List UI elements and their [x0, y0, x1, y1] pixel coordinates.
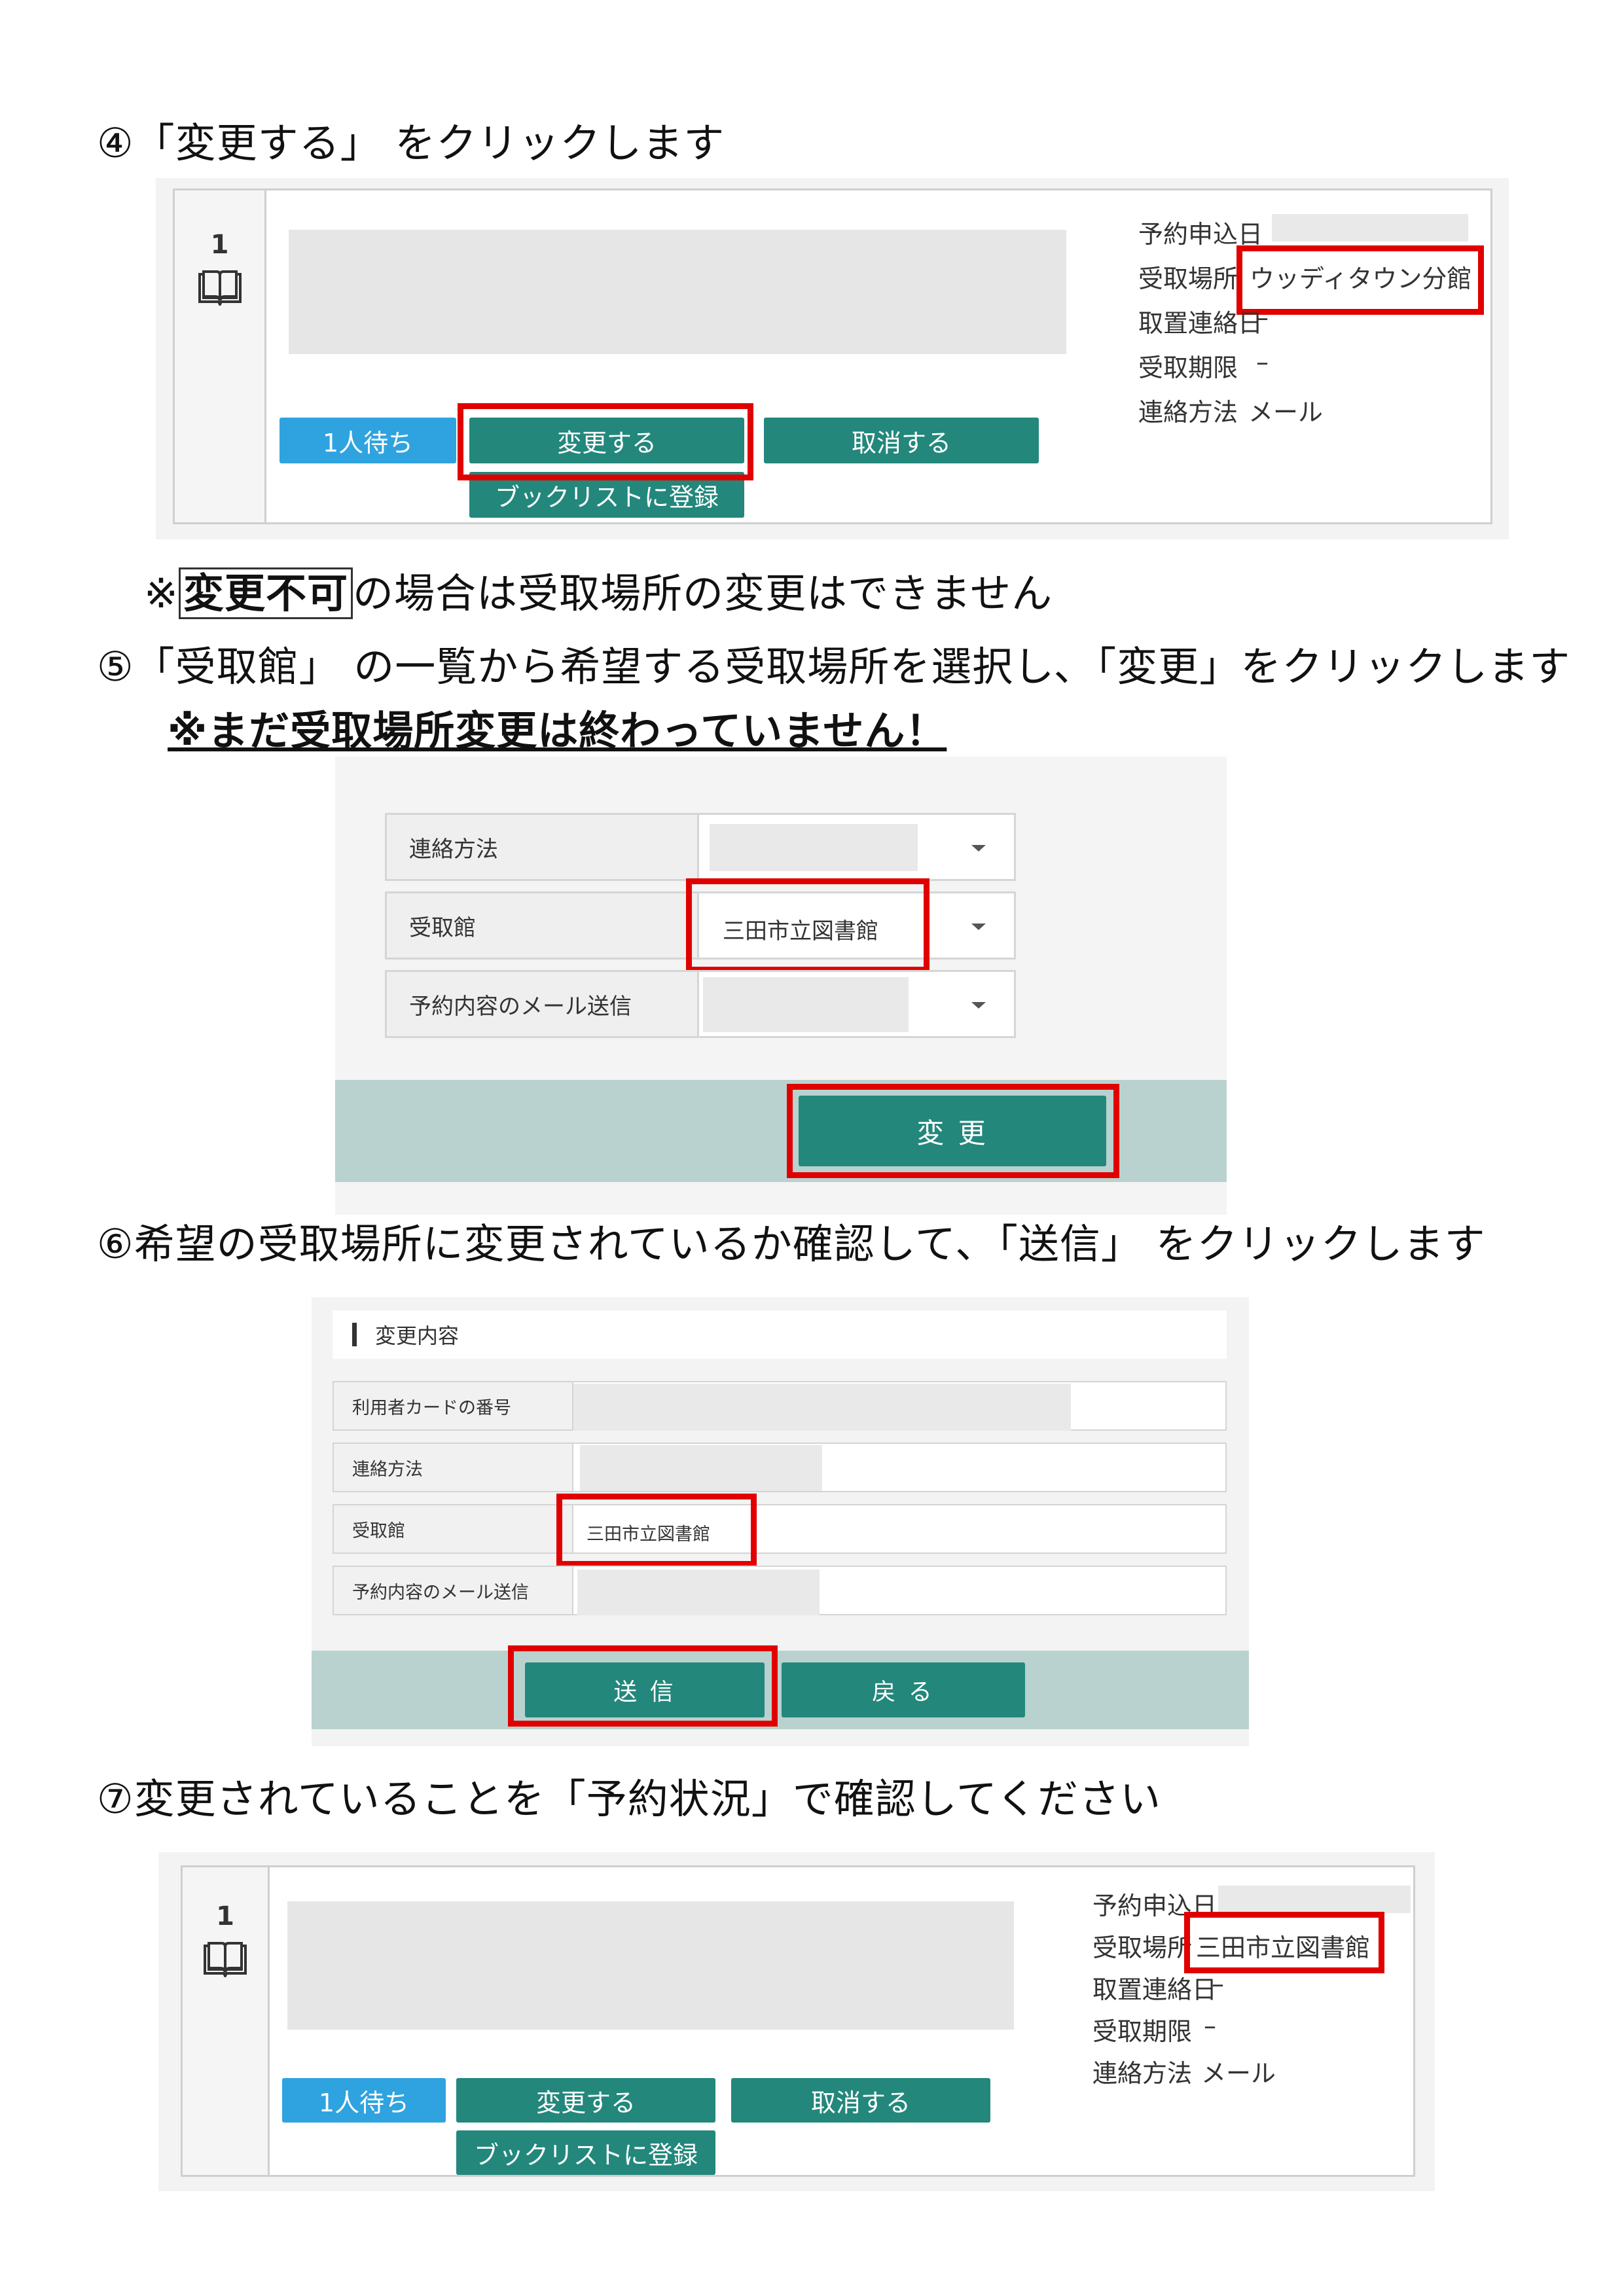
add-to-booklist-button[interactable]: ブックリストに登録 — [456, 2130, 715, 2175]
contact-method-value: メール — [1201, 2059, 1276, 2088]
contact-method-label: 連絡方法 — [1092, 2059, 1193, 2088]
reserve-date-masked — [1272, 214, 1468, 242]
cancel-reservation-button[interactable]: 取消する — [731, 2078, 990, 2123]
card-number-masked — [573, 1384, 1071, 1431]
note-suffix: の場合は受取場所の変更はできません — [352, 569, 1053, 617]
step7-heading: ⑦変更されていることを「予約状況」で確認してください — [97, 1775, 1162, 1823]
card-number-field — [573, 1381, 1227, 1431]
reserve-date-label: 予約申込日 — [1138, 220, 1263, 249]
mail-send-masked — [703, 977, 909, 1032]
contact-method-label: 連絡方法 — [1138, 398, 1238, 427]
deadline-value: – — [1256, 348, 1269, 376]
chevron-down-icon — [971, 924, 986, 930]
waiting-count-badge: 1人待ち — [280, 418, 456, 463]
not-finished-warning: ※まだ受取場所変更は終わっていません！ — [168, 707, 947, 755]
highlight-library-select — [686, 878, 929, 973]
hold-date-label: 取置連絡日 — [1092, 1975, 1218, 2004]
highlight-send-button — [508, 1645, 778, 1727]
book-icon — [204, 1942, 247, 1977]
reservation-number: 1 — [210, 230, 229, 260]
waiting-count-badge: 1人待ち — [282, 2078, 446, 2123]
change-form-panel: 連絡方法 受取館 三田市立図書館 予約内容のメール送信 変 更 — [335, 757, 1227, 1215]
library-label: 受取館 — [333, 1504, 573, 1554]
form-footer: 変 更 — [335, 1080, 1227, 1182]
chevron-down-icon — [971, 845, 986, 852]
confirm-footer: 送 信 戻 る — [312, 1645, 1249, 1729]
note-boxed-term: 変更不可 — [178, 567, 353, 619]
mail-send-select[interactable] — [699, 970, 1016, 1038]
reservation-number: 1 — [216, 1901, 234, 1931]
contact-method-field — [573, 1443, 1227, 1492]
chevron-down-icon — [971, 1002, 986, 1009]
pickup-location-label: 受取場所 — [1138, 264, 1238, 293]
book-title-placeholder — [287, 1901, 1014, 2030]
back-button[interactable]: 戻 る — [782, 1662, 1025, 1717]
confirm-section-header: 変更内容 — [333, 1310, 1227, 1359]
library-label: 受取館 — [385, 891, 699, 960]
confirm-section-title: 変更内容 — [375, 1323, 460, 1348]
contact-method-value: メール — [1248, 398, 1324, 427]
mail-send-masked — [577, 1570, 820, 1615]
step4-heading: ④「変更する」 をクリックします — [97, 119, 725, 167]
contact-method-select[interactable] — [699, 813, 1016, 881]
pickup-location-label: 受取場所 — [1092, 1933, 1193, 1962]
change-button[interactable]: 変更する — [456, 2078, 715, 2123]
deadline-label: 受取期限 — [1092, 2017, 1193, 2046]
reservation-panel-step7: 1 1人待ち 変更する 取消する ブックリストに登録 予約申込日 受取場所 三田… — [158, 1852, 1435, 2191]
book-icon — [198, 270, 242, 306]
highlight-change-button — [458, 403, 753, 480]
contact-method-label: 連絡方法 — [333, 1443, 573, 1492]
hold-date-label: 取置連絡日 — [1138, 309, 1263, 338]
hold-date-value: – — [1256, 303, 1269, 332]
mail-send-field — [573, 1566, 1227, 1615]
cancel-reservation-button[interactable]: 取消する — [764, 418, 1039, 463]
note-prefix: ※ — [144, 569, 179, 617]
reservation-number-column: 1 — [175, 190, 266, 522]
book-title-placeholder — [289, 230, 1066, 354]
highlight-submit-button — [787, 1084, 1119, 1178]
reservation-card: 1 1人待ち 変更する 取消する ブックリストに登録 予約申込日 受取場所 ウッ… — [173, 188, 1492, 524]
reserve-date-masked — [1218, 1886, 1411, 1913]
step6-heading: ⑥希望の受取場所に変更されているか確認して､「送信」 をクリックします — [97, 1220, 1486, 1268]
change-unavailable-note: ※ 変更不可 の場合は受取場所の変更はできません — [144, 567, 1053, 619]
contact-method-masked — [580, 1445, 822, 1491]
contact-method-masked — [710, 824, 918, 871]
step5-heading: ⑤「受取館」 の一覧から希望する受取場所を選択し､「変更」をクリックします — [97, 643, 1571, 691]
reservation-number-column: 1 — [183, 1867, 270, 2175]
highlight-pickup-location — [1184, 1912, 1384, 1973]
deadline-label: 受取期限 — [1138, 353, 1238, 382]
reservation-card: 1 1人待ち 変更する 取消する ブックリストに登録 予約申込日 受取場所 三田… — [181, 1865, 1415, 2177]
mail-send-label: 予約内容のメール送信 — [333, 1566, 573, 1615]
reservation-panel-step4: 1 1人待ち 変更する 取消する ブックリストに登録 予約申込日 受取場所 ウッ… — [156, 178, 1509, 539]
highlight-library-value — [556, 1494, 757, 1567]
section-bar-icon — [352, 1323, 357, 1346]
card-number-label: 利用者カードの番号 — [333, 1381, 573, 1431]
confirm-panel: 変更内容 利用者カードの番号 連絡方法 受取館 三田市立図書館 予約内容のメール… — [312, 1297, 1249, 1746]
mail-send-label: 予約内容のメール送信 — [385, 970, 699, 1038]
deadline-value: – — [1204, 2011, 1216, 2040]
hold-date-value: – — [1212, 1969, 1224, 1998]
highlight-pickup-location — [1236, 245, 1484, 315]
contact-method-label: 連絡方法 — [385, 813, 699, 881]
